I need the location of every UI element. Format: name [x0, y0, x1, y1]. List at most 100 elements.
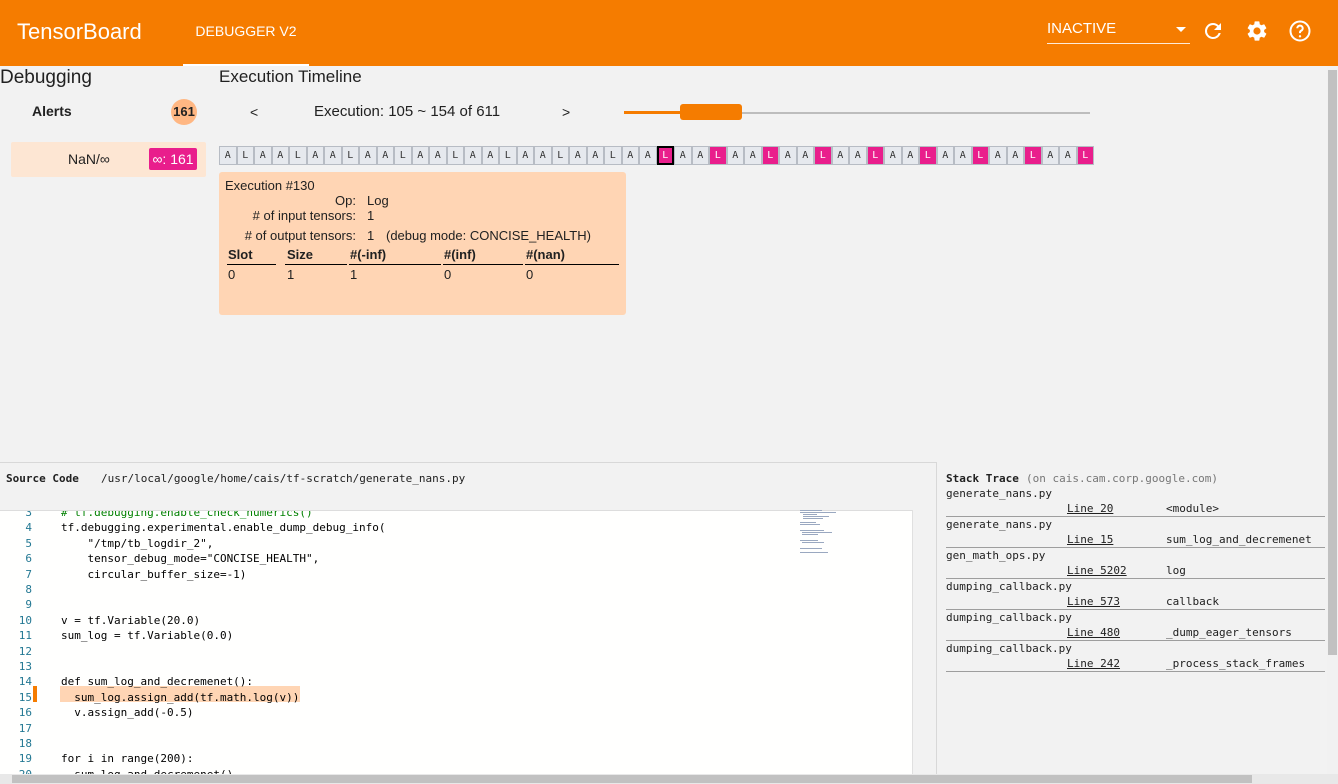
line-number: 12: [18, 644, 32, 658]
line-number: 6: [25, 552, 32, 566]
execution-cell[interactable]: L: [236, 146, 254, 165]
source-code-header: [0, 462, 936, 510]
output-tensors-label: # of output tensors:: [244, 228, 356, 243]
line-number: 18: [18, 737, 32, 750]
execution-cell[interactable]: A: [621, 146, 639, 165]
tab-debugger-v2[interactable]: DEBUGGER V2: [183, 0, 309, 66]
execution-cell[interactable]: A: [744, 146, 762, 165]
execution-cell[interactable]: A: [1006, 146, 1024, 165]
code-line: sum_log = tf.Variable(0.0): [61, 629, 234, 643]
execution-cell[interactable]: A: [796, 146, 814, 165]
execution-cell[interactable]: A: [376, 146, 394, 165]
line-number: 13: [18, 660, 32, 673]
input-tensors-value: 1: [367, 208, 375, 223]
stack-frame-file: generate_nans.py: [946, 487, 1052, 500]
execution-cell[interactable]: A: [464, 146, 482, 165]
execution-cell[interactable]: A: [429, 146, 447, 165]
code-line: circular_buffer_size=-1): [61, 567, 247, 581]
editor-scrollbar[interactable]: [914, 510, 926, 774]
timeline-next-button[interactable]: >: [562, 104, 570, 120]
execution-cell[interactable]: L: [709, 146, 727, 165]
execution-cell[interactable]: A: [271, 146, 289, 165]
input-tensors-label: # of input tensors:: [252, 208, 356, 223]
stack-frame-divider: [946, 640, 1325, 641]
execution-cell[interactable]: A: [936, 146, 954, 165]
execution-cell[interactable]: L: [919, 146, 937, 165]
stack-frame-line-link[interactable]: Line 573: [1067, 595, 1120, 608]
code-minimap[interactable]: [800, 510, 860, 570]
execution-cell[interactable]: A: [849, 146, 867, 165]
stack-frame-line-link[interactable]: Line 242: [1067, 657, 1120, 670]
alert-type-nan-inf[interactable]: NaN/∞ ∞: 161: [11, 142, 206, 177]
help-icon[interactable]: [1288, 19, 1312, 43]
execution-cell[interactable]: A: [569, 146, 587, 165]
execution-cell[interactable]: A: [481, 146, 499, 165]
stack-frame-line-link[interactable]: Line 15: [1067, 533, 1113, 546]
cell-neg-inf: 1: [350, 267, 358, 282]
alerts-label: Alerts: [32, 103, 72, 119]
execution-cell[interactable]: A: [254, 146, 272, 165]
execution-cell[interactable]: A: [726, 146, 744, 165]
execution-cell[interactable]: A: [779, 146, 797, 165]
execution-cell[interactable]: A: [534, 146, 552, 165]
execution-cell[interactable]: A: [359, 146, 377, 165]
execution-cell[interactable]: L: [499, 146, 517, 165]
code-line: # tf.debugging.enable_check_numerics(): [61, 510, 313, 519]
stack-frame-divider: [946, 516, 1325, 517]
execution-cell[interactable]: A: [324, 146, 342, 165]
execution-cell[interactable]: A: [516, 146, 534, 165]
line-number: 4: [25, 521, 32, 535]
execution-cell[interactable]: L: [341, 146, 359, 165]
execution-cell[interactable]: L: [814, 146, 832, 165]
op-value: Log: [367, 193, 389, 208]
stack-frame-function: sum_log_and_decremenet: [1166, 533, 1312, 546]
execution-cell[interactable]: A: [1041, 146, 1059, 165]
timeline-slider-thumb[interactable]: [680, 104, 742, 120]
execution-cell[interactable]: A: [411, 146, 429, 165]
line-number: 11: [18, 629, 32, 643]
stack-frame-line-link[interactable]: Line 20: [1067, 502, 1113, 515]
execution-cell[interactable]: A: [219, 146, 237, 165]
page-scrollbar-vertical-thumb[interactable]: [1328, 70, 1337, 655]
stack-frame-file: dumping_callback.py: [946, 642, 1072, 655]
execution-cell[interactable]: A: [674, 146, 692, 165]
line-number: 8: [25, 583, 32, 596]
execution-cell[interactable]: A: [901, 146, 919, 165]
gear-icon[interactable]: [1245, 19, 1269, 43]
execution-cell[interactable]: L: [971, 146, 989, 165]
code-line: v = tf.Variable(20.0): [61, 613, 201, 627]
execution-cell[interactable]: A: [639, 146, 657, 165]
refresh-icon[interactable]: [1201, 19, 1225, 43]
execution-cell[interactable]: A: [306, 146, 324, 165]
line-number: 17: [18, 721, 32, 735]
execution-cell[interactable]: L: [551, 146, 569, 165]
execution-cell[interactable]: A: [691, 146, 709, 165]
timeline-prev-button[interactable]: <: [250, 104, 258, 120]
page-scrollbar-horizontal-thumb[interactable]: [12, 775, 1252, 783]
line-number: 15: [18, 690, 32, 704]
execution-cell[interactable]: L: [866, 146, 884, 165]
execution-cell[interactable]: L: [1024, 146, 1042, 165]
highlighted-line-marker: [33, 686, 37, 702]
execution-cell[interactable]: A: [1059, 146, 1077, 165]
stack-frame-divider: [946, 547, 1325, 548]
execution-cell[interactable]: L: [446, 146, 464, 165]
stack-frame-line-link[interactable]: Line 480: [1067, 626, 1120, 639]
execution-cell[interactable]: L: [289, 146, 307, 165]
execution-cell[interactable]: A: [831, 146, 849, 165]
execution-cell[interactable]: A: [954, 146, 972, 165]
code-editor[interactable]: 3 # tf.debugging.enable_check_numerics() 4…: [0, 510, 913, 774]
stack-frame-line-link[interactable]: Line 5202: [1067, 564, 1127, 577]
header-underline: [285, 264, 347, 265]
execution-cell[interactable]: L: [656, 146, 674, 165]
col-header-nan: #(nan): [526, 247, 565, 262]
run-status-select[interactable]: INACTIVE: [1047, 17, 1190, 44]
execution-cell[interactable]: A: [884, 146, 902, 165]
execution-cell[interactable]: L: [1076, 146, 1094, 165]
execution-cell[interactable]: A: [989, 146, 1007, 165]
execution-cell[interactable]: L: [604, 146, 622, 165]
execution-cell[interactable]: L: [761, 146, 779, 165]
execution-cell[interactable]: L: [394, 146, 412, 165]
execution-cell[interactable]: A: [586, 146, 604, 165]
top-app-bar: TensorBoard DEBUGGER V2 INACTIVE: [0, 0, 1338, 66]
